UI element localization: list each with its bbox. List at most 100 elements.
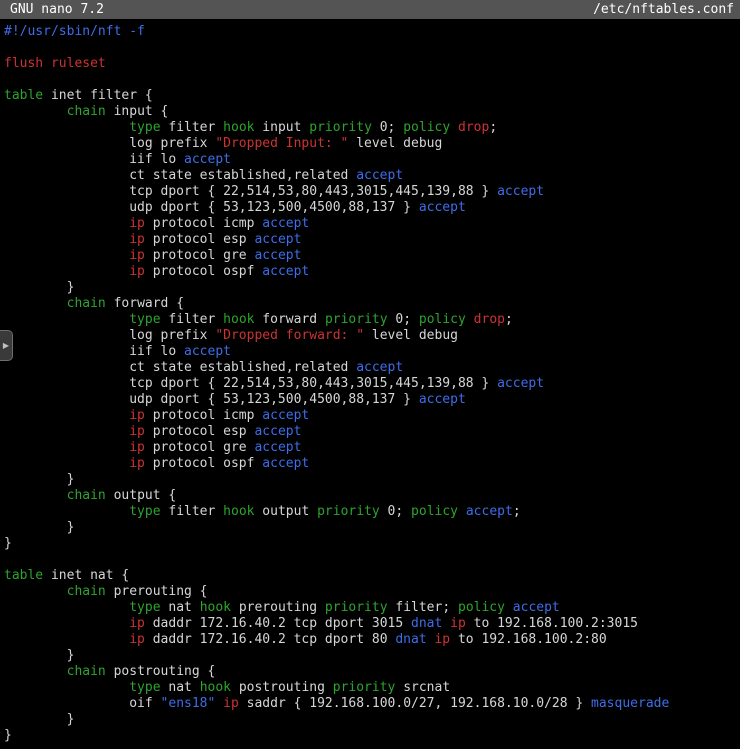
code-token: dnat (395, 632, 426, 647)
code-token (4, 248, 129, 263)
code-token: table (4, 568, 43, 583)
code-token (4, 584, 67, 599)
code-line: iif lo accept (4, 344, 740, 360)
code-line: type nat hook postrouting priority srcna… (4, 680, 740, 696)
nano-titlebar: GNU nano 7.2 /etc/nftables.conf (0, 0, 740, 19)
code-token: accept (497, 376, 544, 391)
code-line: chain input { (4, 104, 740, 120)
code-line: ip protocol esp accept (4, 424, 740, 440)
code-token: forward { (106, 296, 184, 311)
code-token: priority (325, 600, 388, 615)
code-token: chain (67, 296, 106, 311)
code-token: policy (411, 504, 458, 519)
code-token: postrouting (231, 680, 333, 695)
terminal-window: GNU nano 7.2 /etc/nftables.conf #!/usr/s… (0, 0, 740, 749)
code-line: ct state established,related accept (4, 360, 740, 376)
code-token: } (4, 280, 74, 295)
code-token: ct state established,related (4, 360, 356, 375)
code-line: ct state established,related accept (4, 168, 740, 184)
code-token (4, 312, 129, 327)
code-token: ip (129, 232, 145, 247)
code-line: flush ruleset (4, 56, 740, 72)
code-token: postrouting { (106, 664, 216, 679)
code-token (4, 120, 129, 135)
code-token (4, 664, 67, 679)
code-token: daddr 172.16.40.2 tcp dport 80 (145, 632, 395, 647)
code-token: policy (403, 120, 450, 135)
code-token: ip (434, 632, 450, 647)
code-token: accept (254, 440, 301, 455)
code-line: type nat hook prerouting priority filter… (4, 600, 740, 616)
code-token: chain (67, 584, 106, 599)
code-token: accept (184, 152, 231, 167)
code-token: drop (458, 120, 489, 135)
code-line: ip protocol ospf accept (4, 264, 740, 280)
code-token: ip (129, 456, 145, 471)
code-line: tcp dport { 22,514,53,80,443,3015,445,13… (4, 376, 740, 392)
code-token: level debug (348, 136, 442, 151)
code-line: } (4, 536, 740, 552)
code-token: chain (67, 104, 106, 119)
code-token: ip (129, 616, 145, 631)
code-token: udp dport { 53,123,500,4500,88,137 } (4, 392, 419, 407)
code-token: "Dropped Input: " (215, 136, 348, 151)
code-line: } (4, 712, 740, 728)
code-token: protocol icmp (145, 216, 262, 231)
code-token: } (4, 728, 12, 743)
code-token: } (4, 520, 74, 535)
code-token: type (129, 680, 160, 695)
code-token: } (4, 472, 74, 487)
code-token (4, 632, 129, 647)
code-token (4, 616, 129, 631)
code-line: iif lo accept (4, 152, 740, 168)
code-token: protocol gre (145, 440, 255, 455)
code-line: oif "ens18" ip saddr { 192.168.100.0/27,… (4, 696, 740, 712)
code-token: daddr 172.16.40.2 tcp dport 3015 (145, 616, 411, 631)
code-token: log prefix (4, 328, 215, 343)
code-token (458, 504, 466, 519)
code-line: chain prerouting { (4, 584, 740, 600)
code-token (4, 424, 129, 439)
code-token: tcp dport { 22,514,53,80,443,3015,445,13… (4, 376, 497, 391)
code-token: srcnat (395, 680, 450, 695)
code-line (4, 40, 740, 56)
code-token: saddr { 192.168.100.0/27, 192.168.10.0/2… (239, 696, 591, 711)
code-line: table inet filter { (4, 88, 740, 104)
code-token (4, 408, 129, 423)
code-line: ip protocol ospf accept (4, 456, 740, 472)
code-token: log prefix (4, 136, 215, 151)
code-token: iif lo (4, 152, 184, 167)
code-token: "Dropped forward: " (215, 328, 364, 343)
code-token (4, 440, 129, 455)
code-token (4, 264, 129, 279)
code-token: accept (184, 344, 231, 359)
code-token: flush ruleset (4, 56, 106, 71)
code-token: protocol gre (145, 248, 255, 263)
code-token: prerouting (231, 600, 325, 615)
code-token: chain (67, 664, 106, 679)
code-token: protocol esp (145, 232, 255, 247)
code-token: protocol ospf (145, 264, 262, 279)
code-token: priority (325, 312, 388, 327)
code-token: output (254, 504, 317, 519)
code-line: type filter hook output priority 0; poli… (4, 504, 740, 520)
code-token: priority (317, 504, 380, 519)
code-token: type (129, 600, 160, 615)
code-token: hook (223, 504, 254, 519)
code-token: ip (129, 440, 145, 455)
code-line: } (4, 472, 740, 488)
editor-buffer[interactable]: #!/usr/sbin/nft -fflush rulesettable ine… (0, 19, 740, 744)
code-token: accept (466, 504, 513, 519)
code-token: accept (254, 248, 301, 263)
code-token (4, 296, 67, 311)
code-token: filter (161, 504, 224, 519)
panel-reveal-handle[interactable]: ▶ (0, 330, 13, 361)
code-line: type filter hook forward priority 0; pol… (4, 312, 740, 328)
code-line: } (4, 520, 740, 536)
code-line: ip protocol icmp accept (4, 216, 740, 232)
code-token (4, 456, 129, 471)
code-token: "ens18" (161, 696, 216, 711)
code-token (4, 680, 129, 695)
code-token: priority (309, 120, 372, 135)
code-token: iif lo (4, 344, 184, 359)
